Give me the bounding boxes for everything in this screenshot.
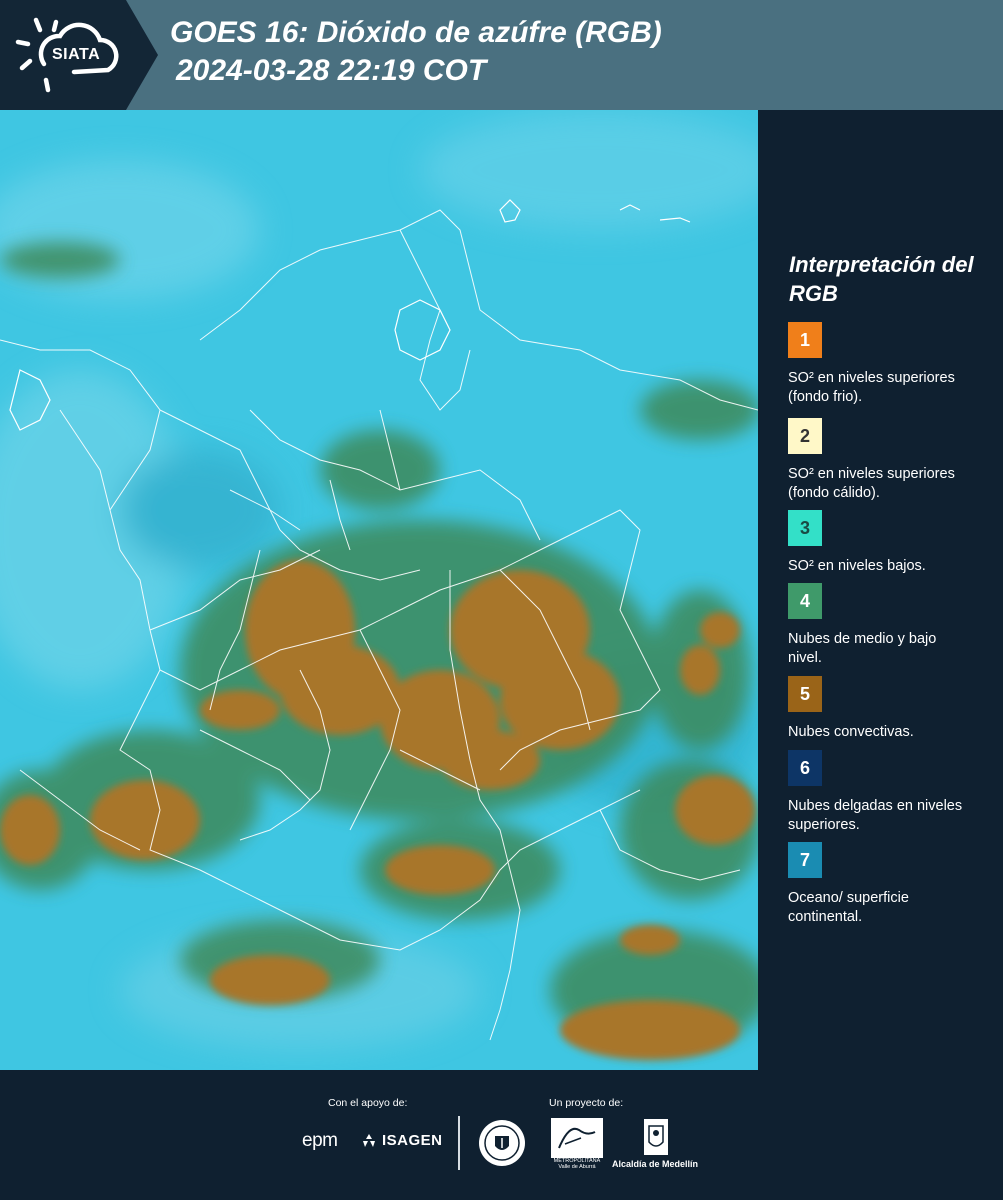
legend-label-6: Nubes delgadas en niveles superiores.	[788, 798, 963, 833]
footer: Con el apoyo de: Un proyecto de: epm ISA…	[0, 1070, 1003, 1200]
legend-item-5: 5 Nubes convectivas.	[788, 676, 988, 742]
legend-item-3: 3 SO² en niveles bajos.	[788, 510, 988, 576]
alcaldia-shield-icon	[644, 1119, 668, 1155]
amva-label: METROPOLITANA Valle de Aburrá	[553, 1158, 601, 1170]
legend-label-4: Nubes de medio y bajo nivel.	[788, 631, 937, 666]
legend-label-1: SO² en niveles superiores (fondo frio).	[788, 370, 955, 405]
title-line-2: 2024-03-28 22:19 COT	[176, 54, 487, 87]
legend-swatch-7: 7	[788, 842, 822, 878]
legend-item-2: 2 SO² en niveles superiores (fondo cálid…	[788, 418, 988, 503]
area-metropolitana-logo-icon	[551, 1118, 603, 1158]
legend-swatch-1: 1	[788, 322, 822, 358]
header-bar: SIATA GOES 16: Dióxido de azúfre (RGB) 2…	[0, 0, 1003, 110]
legend-item-6: 6 Nubes delgadas en niveles superiores.	[788, 750, 988, 835]
legend-item-1: 1 SO² en niveles superiores (fondo frio)…	[788, 322, 988, 407]
siata-logo-tab: SIATA	[0, 0, 158, 110]
legend-title: Interpretación del RGB	[789, 252, 974, 306]
legend-swatch-5: 5	[788, 676, 822, 712]
epm-logo: epm	[302, 1130, 338, 1151]
project-label: Un proyecto de:	[549, 1097, 624, 1109]
satellite-rgb-map-image	[0, 110, 758, 1070]
alcaldia-label: Alcaldía de Medellín	[612, 1159, 699, 1169]
legend-swatch-3: 3	[788, 510, 822, 546]
legend-label-2: SO² en niveles superiores (fondo cálido)…	[788, 466, 955, 501]
isagen-text: ISAGEN	[382, 1132, 443, 1149]
legend-swatch-2: 2	[788, 418, 822, 454]
satellite-map	[0, 110, 758, 1070]
siata-logo-text: SIATA	[52, 46, 101, 63]
legend-label-7: Oceano/ superficie continental.	[788, 890, 909, 925]
legend-swatch-4: 4	[788, 583, 822, 619]
support-label: Con el apoyo de:	[328, 1097, 408, 1109]
legend-item-7: 7 Oceano/ superficie continental.	[788, 842, 988, 927]
legend-swatch-6: 6	[788, 750, 822, 786]
legend-panel: Interpretación del RGB 1 SO² en niveles …	[758, 110, 1003, 1070]
legend-label-3: SO² en niveles bajos.	[788, 558, 926, 574]
isagen-mark-icon	[363, 1133, 375, 1147]
title-line-1: GOES 16: Dióxido de azúfre (RGB)	[170, 16, 662, 49]
university-seal-icon	[479, 1120, 525, 1166]
footer-divider	[458, 1116, 460, 1170]
isagen-logo: ISAGEN	[360, 1132, 443, 1149]
legend-label-5: Nubes convectivas.	[788, 724, 914, 740]
legend-item-4: 4 Nubes de medio y bajo nivel.	[788, 583, 988, 668]
